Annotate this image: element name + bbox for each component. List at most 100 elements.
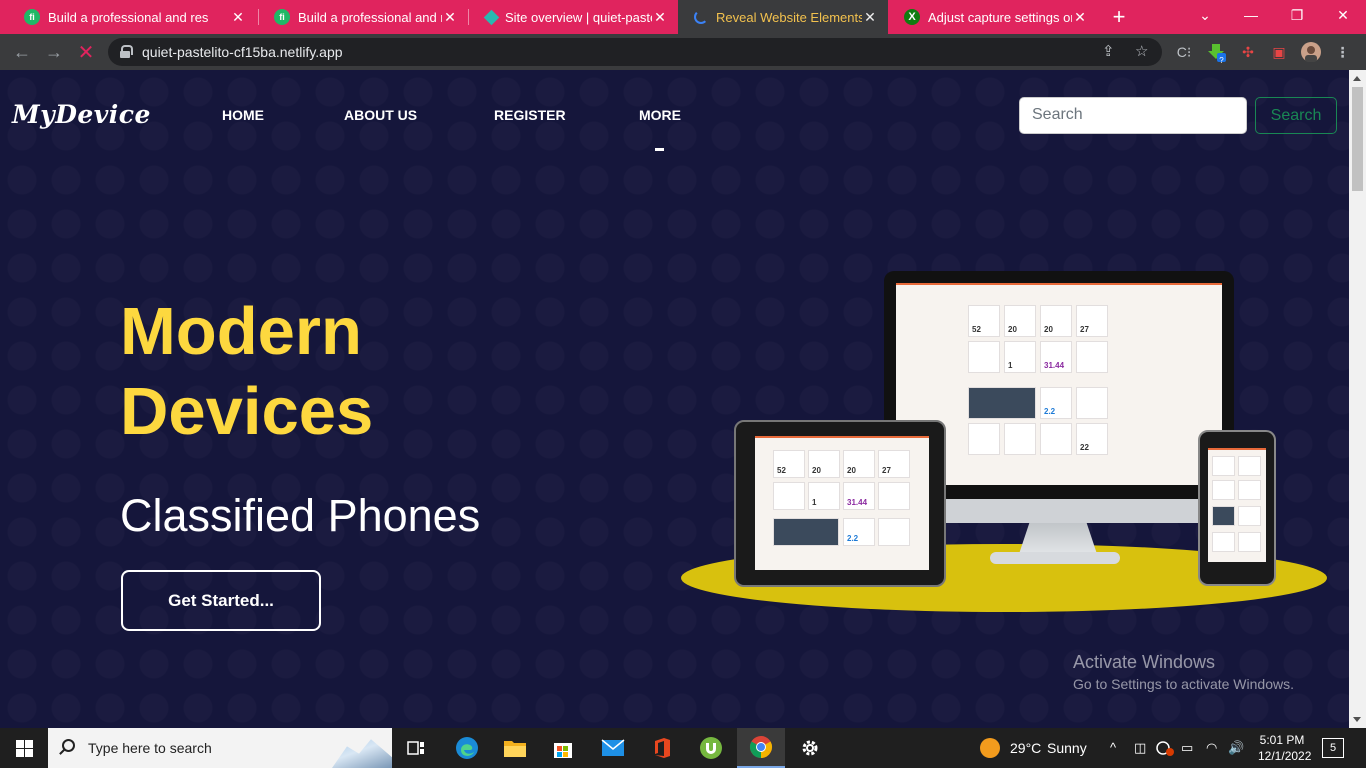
browser-menu-icon[interactable]: ⋮ <box>1332 42 1352 62</box>
network-error-icon[interactable] <box>1156 740 1174 759</box>
settings-gear-icon[interactable] <box>786 728 834 768</box>
weather-temperature[interactable]: 29°C <box>1010 740 1041 756</box>
nav-home[interactable]: HOME <box>222 107 264 123</box>
minimize-button[interactable]: — <box>1228 0 1274 30</box>
envelope-glyph-icon <box>601 739 625 756</box>
taskbar-search-placeholder: Type here to search <box>88 740 212 756</box>
task-view-icon[interactable] <box>392 728 440 768</box>
weather-condition[interactable]: Sunny <box>1047 740 1087 756</box>
screen-tile <box>1076 341 1108 373</box>
screen-tile: 2.2 <box>1040 387 1072 419</box>
volume-icon[interactable]: 🔊 <box>1228 740 1244 756</box>
network-glyph-icon <box>1156 741 1174 756</box>
close-icon[interactable]: ✕ <box>1072 9 1088 26</box>
utorrent-icon[interactable] <box>687 728 735 768</box>
screen-tile: 20 <box>1040 305 1072 337</box>
taskbar-search-box[interactable]: Type here to search <box>48 728 392 768</box>
taskbar-clock[interactable]: 5:01 PM 12/1/2022 <box>1258 732 1312 764</box>
site-logo[interactable]: MyDevice <box>12 100 151 129</box>
nav-register[interactable]: REGISTER <box>494 107 566 123</box>
screen-tile <box>878 518 910 546</box>
notification-center-icon[interactable]: 5 <box>1322 738 1344 758</box>
wifi-icon[interactable]: ◠ <box>1206 740 1217 756</box>
tab-adjust-capture-settings[interactable]: X Adjust capture settings on ✕ <box>888 0 1098 34</box>
screen-tile <box>1238 480 1261 500</box>
tab-title: Adjust capture settings on <box>928 9 1072 25</box>
nav-about-us[interactable]: ABOUT US <box>344 107 417 123</box>
chrome-icon[interactable] <box>737 728 785 768</box>
restore-button[interactable]: ❐ <box>1274 0 1320 30</box>
get-started-button[interactable]: Get Started... <box>121 570 321 631</box>
lock-icon[interactable] <box>120 45 133 58</box>
close-icon[interactable]: ✕ <box>652 9 668 26</box>
weather-sun-icon[interactable] <box>980 738 1000 758</box>
new-tab-button[interactable]: + <box>1106 0 1132 34</box>
tab-strip: fi Build a professional and res ✕ fi Bui… <box>0 0 1366 34</box>
extensions-puzzle-icon[interactable]: ✣ <box>1238 42 1258 62</box>
edge-glyph-icon <box>456 737 478 759</box>
battery-icon[interactable]: ▭ <box>1181 740 1193 756</box>
screen-tile <box>773 482 805 510</box>
avatar-icon <box>1301 42 1321 62</box>
extension-badge: ? <box>1219 56 1224 65</box>
scrollbar-thumb[interactable] <box>1352 87 1363 191</box>
gear-glyph-icon <box>802 740 818 756</box>
nav-more[interactable]: MORE <box>639 107 681 123</box>
close-icon[interactable]: ✕ <box>230 9 246 26</box>
tab-title: Build a professional and res <box>48 9 209 25</box>
netlify-icon <box>483 9 500 25</box>
screen-image-tile <box>968 387 1036 419</box>
forward-button[interactable]: → <box>39 34 69 70</box>
close-icon[interactable]: ✕ <box>442 9 458 26</box>
site-search-button[interactable]: Search <box>1255 97 1337 134</box>
screen-tile: 1 <box>808 482 840 510</box>
bookmark-star-icon[interactable]: ☆ <box>1135 42 1148 60</box>
activate-windows-title: Activate Windows <box>1073 652 1216 672</box>
screen-tile: 20 <box>808 450 840 478</box>
office-glyph-icon <box>655 738 670 758</box>
tab-search-button[interactable]: ⌄ <box>1182 0 1228 30</box>
screen-tile: 20 <box>843 450 875 478</box>
tab-build-professional-2[interactable]: fi Build a professional and res ✕ <box>258 0 468 34</box>
hero-title: Modern Devices <box>120 292 580 452</box>
clock-date: 12/1/2022 <box>1258 749 1312 763</box>
hero-subtitle: Classified Phones <box>120 490 481 541</box>
close-icon[interactable]: ✕ <box>862 9 878 26</box>
profile-avatar[interactable] <box>1301 42 1321 62</box>
extension-c-icon[interactable]: C⁝ <box>1174 42 1194 62</box>
side-panel-icon[interactable]: ▣ <box>1269 42 1289 62</box>
show-hidden-icons-chevron-icon[interactable]: ^ <box>1110 740 1116 755</box>
activate-windows-subtitle: Go to Settings to activate Windows. <box>1073 676 1294 692</box>
edge-browser-icon[interactable] <box>443 728 491 768</box>
window-close-button[interactable]: ✕ <box>1320 0 1366 30</box>
hero-title-line: Modern <box>120 294 362 369</box>
tab-site-overview[interactable]: Site overview | quiet-pasteli ✕ <box>468 0 678 34</box>
phone-device <box>1198 430 1276 586</box>
screen-tile <box>1238 456 1261 476</box>
scroll-down-arrow-icon[interactable] <box>1353 717 1361 722</box>
windows-start-icon[interactable] <box>16 740 33 757</box>
file-explorer-icon[interactable] <box>491 728 539 768</box>
tab-reveal-website-elements[interactable]: Reveal Website Elements O ✕ <box>678 0 888 34</box>
screen-tile: 27 <box>878 450 910 478</box>
tab-build-professional-1[interactable]: fi Build a professional and res ✕ <box>8 0 256 34</box>
clock-time: 5:01 PM <box>1259 733 1305 747</box>
stop-loading-button[interactable]: ✕ <box>71 34 101 70</box>
share-icon[interactable]: ⇪ <box>1102 42 1115 60</box>
address-bar[interactable]: quiet-pastelito-cf15ba.netlify.app ⇪ ☆ <box>108 38 1162 66</box>
site-search-input[interactable]: Search <box>1019 97 1247 134</box>
screen-tile: 2.2 <box>843 518 875 546</box>
nav-more-indicator <box>655 148 664 151</box>
browser-toolbar: ← → ✕ quiet-pastelito-cf15ba.netlify.app… <box>0 34 1366 70</box>
microsoft-store-icon[interactable] <box>539 728 587 768</box>
windows-taskbar: Type here to search 29°C Sunny ^ ◫ ▭ ◠ 🔊… <box>0 728 1366 768</box>
office-icon[interactable] <box>638 728 686 768</box>
screen-image-tile <box>1212 506 1235 526</box>
scroll-up-arrow-icon[interactable] <box>1353 76 1361 81</box>
meet-now-icon[interactable]: ◫ <box>1134 740 1146 756</box>
page-scrollbar[interactable] <box>1349 70 1366 728</box>
back-button[interactable]: ← <box>7 34 37 70</box>
monitor-base <box>990 552 1120 564</box>
screen-tile: 52 <box>968 305 1000 337</box>
mail-icon[interactable] <box>589 728 637 768</box>
